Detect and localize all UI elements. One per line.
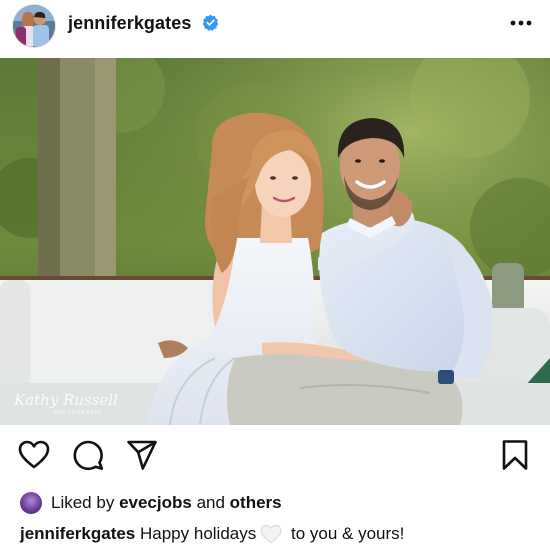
likes-summary: Liked by evecjobs and others [20, 490, 282, 516]
white-heart-emoji-icon [260, 524, 282, 544]
post-header: jenniferkgates [0, 0, 550, 56]
profile-avatar[interactable] [13, 5, 55, 47]
comment-bubble-icon[interactable] [72, 439, 104, 471]
post-actions [0, 436, 550, 476]
liker-username[interactable]: evecjobs [119, 493, 192, 513]
caption-text-before: Happy holidays [140, 524, 257, 543]
caption-username[interactable]: jenniferkgates [20, 524, 135, 544]
heart-outline-icon[interactable] [18, 439, 50, 471]
likes-joiner: and [196, 493, 225, 512]
caption-text-after: to you & yours! [290, 524, 405, 543]
instagram-post: jenniferkgates Kathy Russell PHOTOGRAPHY… [0, 0, 550, 550]
liker-avatar[interactable] [20, 492, 42, 514]
paper-plane-icon[interactable] [126, 439, 158, 471]
svg-text:Kathy Russell: Kathy Russell [13, 391, 118, 409]
bookmark-outline-icon[interactable] [500, 439, 530, 471]
post-photo[interactable]: Kathy Russell PHOTOGRAPHY [0, 58, 550, 425]
post-username[interactable]: jenniferkgates [68, 13, 191, 34]
verified-badge-icon [202, 14, 219, 31]
likes-prefix: Liked by [51, 493, 115, 512]
post-caption: jenniferkgates Happy holidays to you & y… [20, 524, 404, 544]
svg-text:PHOTOGRAPHY: PHOTOGRAPHY [54, 410, 103, 416]
likes-others-link[interactable]: others [230, 493, 282, 513]
more-options-icon[interactable] [510, 19, 532, 27]
